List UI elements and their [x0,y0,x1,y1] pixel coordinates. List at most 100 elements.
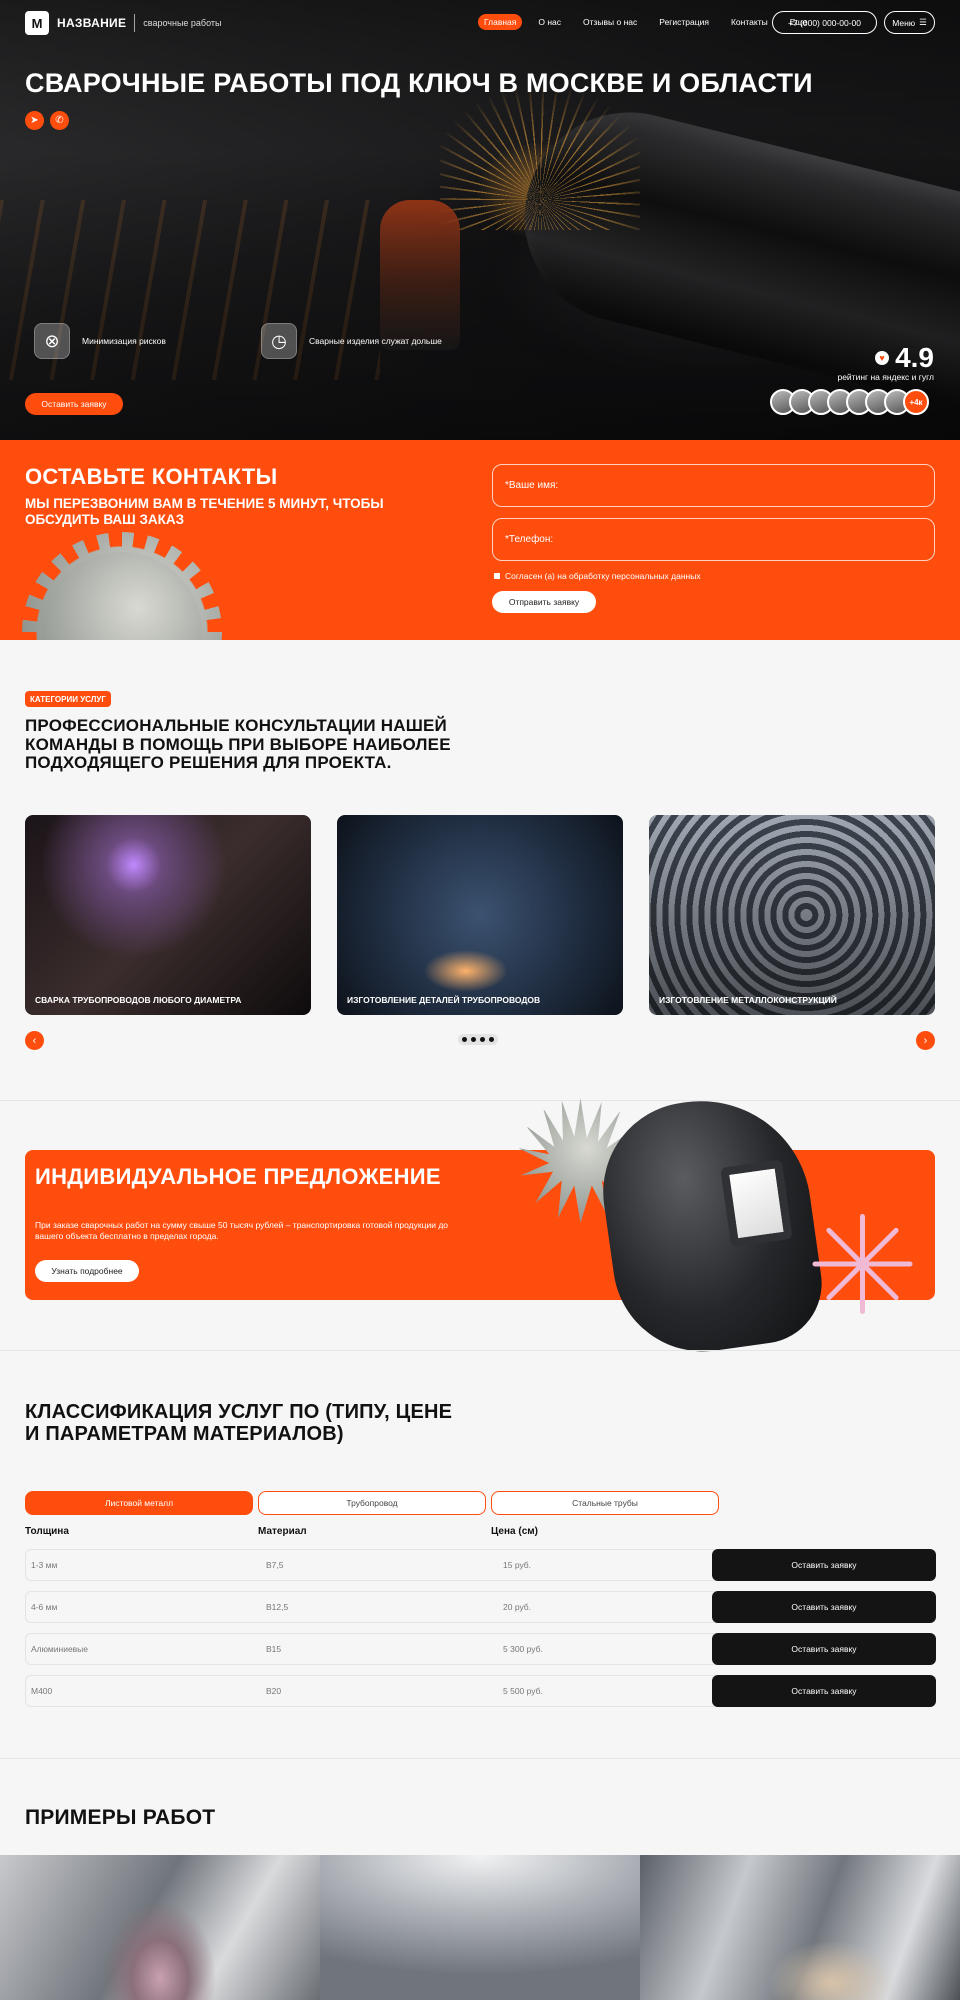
promo-more-button[interactable]: Узнать подробнее [35,1260,139,1282]
rating-value-row: ♥ 4.9 [837,342,934,374]
name-field[interactable]: *Ваше имя: [492,464,935,507]
cell-price: 15 руб. [503,1560,532,1570]
rating-block: ♥ 4.9 рейтинг на яндекс и гугл [837,342,934,382]
table-row: 4-6 мм В12,5 20 руб. Оставить заявку [25,1591,936,1623]
welding-helmet-image [591,1086,830,1364]
nav-link-registration[interactable]: Регистрация [653,14,715,30]
column-header-material: Материал [258,1526,307,1537]
decorative-sparkle-icon [812,1214,913,1314]
row-order-button[interactable]: Оставить заявку [712,1549,936,1581]
section-divider [0,1758,960,1759]
contact-subtitle: МЫ ПЕРЕЗВОНИМ ВАМ В ТЕЧЕНИЕ 5 МИНУТ, ЧТО… [25,496,384,527]
service-card-metal-structures[interactable]: ИЗГОТОВЛЕНИЕ МЕТАЛЛОКОНСТРУКЦИЙ [649,815,935,1015]
avatars-more-badge: +4к [903,389,929,415]
slider-pagination [458,1034,498,1045]
example-photo[interactable] [640,1855,960,2000]
tab-pipeline[interactable]: Трубопровод [258,1491,486,1515]
cell-material: В12,5 [266,1602,289,1612]
hero-shade [0,0,960,440]
phone-field[interactable]: *Телефон: [492,518,935,561]
promo-title: ИНДИВИДУАЛЬНОЕ ПРЕДЛОЖЕНИЕ [35,1164,441,1189]
column-header-thickness: Толщина [25,1526,69,1537]
rating-value: 4.9 [895,342,934,373]
top-nav: M НАЗВАНИЕ сварочные работы Главная О на… [0,0,960,46]
phone-button[interactable]: +7 (000) 000-00-00 [772,11,877,34]
nav-link-about[interactable]: О нас [532,14,567,30]
slider-dot[interactable] [480,1037,485,1042]
row-order-button[interactable]: Оставить заявку [712,1591,936,1623]
row-order-button[interactable]: Оставить заявку [712,1633,936,1665]
slider-dot[interactable] [489,1037,494,1042]
telegram-icon[interactable]: ➤ [25,111,44,130]
nav-link-contacts[interactable]: Контакты [725,14,774,30]
cell-thickness: М400 [31,1686,53,1696]
service-card-label: СВАРКА ТРУБОПРОВОДОВ ЛЮБОГО ДИАМЕТРА [35,995,242,1005]
heart-icon: ♥ [875,351,890,365]
reviewer-avatars: +4к [770,389,929,415]
slider-prev-icon[interactable]: ‹ [25,1031,44,1050]
checkbox-icon [494,573,500,579]
table-row: Алюминиевые В15 5 300 руб. Оставить заяв… [25,1633,936,1665]
calendar-clock-icon: ◷ [261,323,297,359]
table-row: 1-3 мм В7,5 15 руб. Оставить заявку [25,1549,936,1581]
logo[interactable]: M НАЗВАНИЕ сварочные работы [25,11,221,35]
table-row: М400 В20 5 500 руб. Оставить заявку [25,1675,936,1707]
cell-price: 5 300 руб. [503,1644,543,1654]
examples-title: ПРИМЕРЫ РАБОТ [25,1806,216,1829]
cell-price: 5 500 руб. [503,1686,543,1696]
example-photo[interactable] [320,1855,640,2000]
categories-badge: КАТЕГОРИИ УСЛУГ [25,691,111,707]
rating-caption: рейтинг на яндекс и гугл [837,372,934,382]
service-card-pipeline-parts[interactable]: ИЗГОТОВЛЕНИЕ ДЕТАЛЕЙ ТРУБОПРОВОДОВ [337,815,623,1015]
cell-thickness: 1-3 мм [31,1560,58,1570]
cell-thickness: 4-6 мм [31,1602,58,1612]
row-order-button[interactable]: Оставить заявку [712,1675,936,1707]
section-divider [0,1350,960,1351]
hamburger-icon: ☰ [919,17,927,27]
whatsapp-icon[interactable]: ✆ [50,111,69,130]
feature-durability: ◷ Сварные изделия служат дольше [261,323,442,359]
nav-link-home[interactable]: Главная [478,14,523,30]
logo-mark-icon: M [25,11,49,35]
contact-section: ОСТАВЬТЕ КОНТАКТЫ МЫ ПЕРЕЗВОНИМ ВАМ В ТЕ… [0,440,960,640]
menu-button[interactable]: Меню ☰ [884,11,935,34]
consent-checkbox[interactable]: Согласен (а) на обработку персональных д… [494,571,701,581]
submit-button[interactable]: Отправить заявку [492,591,596,613]
tab-sheet-metal[interactable]: Листовой металл [25,1491,253,1515]
feature-risk: ⊗ Минимизация рисков [34,323,166,359]
cell-price: 20 руб. [503,1602,532,1612]
nav-links: Главная О нас Отзывы о нас Регистрация К… [478,14,813,30]
promo-text: При заказе сварочных работ на сумму свыш… [35,1220,449,1241]
hero-title: СВАРОЧНЫЕ РАБОТЫ ПОД КЛЮЧ В МОСКВЕ И ОБЛ… [25,68,813,98]
consent-label: Согласен (а) на обработку персональных д… [505,571,701,581]
service-card-label: ИЗГОТОВЛЕНИЕ МЕТАЛЛОКОНСТРУКЦИЙ [659,995,837,1005]
logo-divider [134,14,136,32]
feature-label: Минимизация рисков [82,336,166,346]
hero-section: M НАЗВАНИЕ сварочные работы Главная О на… [0,0,960,440]
slider-dot[interactable] [471,1037,476,1042]
example-photo[interactable] [0,1855,320,2000]
section-divider [0,1100,960,1101]
menu-button-label: Меню [892,17,916,28]
cell-material: В15 [266,1644,282,1654]
nav-link-reviews[interactable]: Отзывы о нас [577,14,643,30]
helmet-visor [720,1159,793,1248]
page: M НАЗВАНИЕ сварочные работы Главная О на… [0,0,960,2000]
slider-next-icon[interactable]: › [916,1031,935,1050]
brand-name: НАЗВАНИЕ [57,16,127,30]
cell-material: В7,5 [266,1560,284,1570]
lifebuoy-icon: ⊗ [34,323,70,359]
column-header-price: Цена (см) [491,1526,538,1537]
cell-thickness: Алюминиевые [31,1644,89,1654]
brand-subtitle: сварочные работы [143,18,222,28]
classification-title: КЛАССИФИКАЦИЯ УСЛУГ ПО (ТИПУ, ЦЕНЕ И ПАР… [25,1401,453,1445]
slider-dot[interactable] [462,1037,467,1042]
feature-label: Сварные изделия служат дольше [309,336,442,346]
cell-material: В20 [266,1686,282,1696]
hero-cta-button[interactable]: Оставить заявку [25,393,123,415]
service-card-label: ИЗГОТОВЛЕНИЕ ДЕТАЛЕЙ ТРУБОПРОВОДОВ [347,995,541,1005]
contact-title: ОСТАВЬТЕ КОНТАКТЫ [25,464,278,489]
service-card-pipeline-welding[interactable]: СВАРКА ТРУБОПРОВОДОВ ЛЮБОГО ДИАМЕТРА [25,815,311,1015]
tab-steel-pipes[interactable]: Стальные трубы [491,1491,719,1515]
categories-title: ПРОФЕССИОНАЛЬНЫЕ КОНСУЛЬТАЦИИ НАШЕЙ КОМА… [25,716,451,772]
